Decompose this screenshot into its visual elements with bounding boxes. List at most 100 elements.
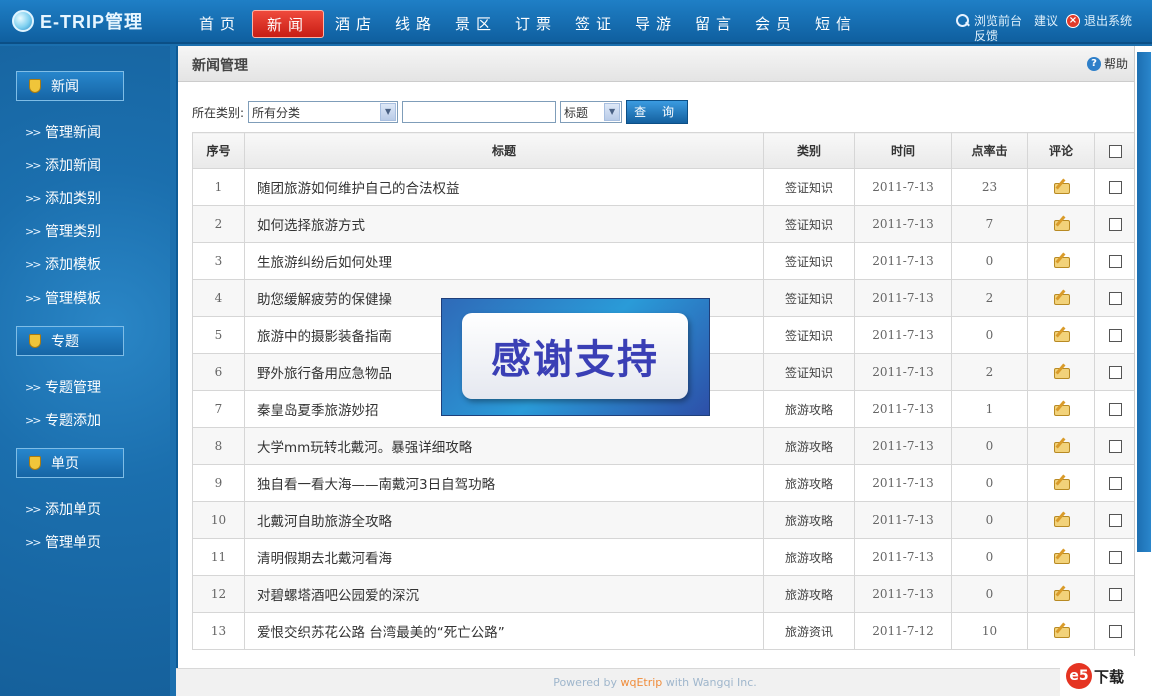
row-checkbox[interactable] (1108, 514, 1122, 527)
exit-label: 退出系统 (1083, 14, 1132, 28)
select-all-checkbox[interactable] (1108, 144, 1122, 158)
nav-guide[interactable]: 导游 (626, 10, 686, 38)
edit-comment-icon[interactable] (1053, 364, 1070, 379)
row-checkbox[interactable] (1108, 255, 1122, 268)
row-checkbox[interactable] (1108, 329, 1122, 342)
double-chevron-icon: >> (25, 158, 41, 172)
chevron-down-icon: ▼ (380, 103, 397, 121)
cell-no: 8 (192, 427, 245, 465)
cell-title[interactable]: 独自看一看大海——南戴河3日自驾功略 (244, 464, 764, 502)
sidebar-item-add-template[interactable]: >> 添加模板 (25, 254, 101, 274)
sidebar-item-add-topic[interactable]: >> 专题添加 (25, 410, 101, 430)
nav-news[interactable]: 新闻 (252, 10, 324, 38)
footer-company: Wangqi (692, 676, 734, 689)
edit-comment-icon[interactable] (1053, 179, 1070, 194)
nav-member[interactable]: 会员 (746, 10, 806, 38)
main-nav: 首页 新闻 酒店 线路 景区 订票 签证 导游 留言 会员 短信 (190, 10, 866, 38)
sidebar-section-topics[interactable]: 专题 (16, 326, 124, 356)
row-checkbox[interactable] (1108, 625, 1122, 638)
cell-no: 13 (192, 612, 245, 650)
cell-category: 签证知识 (763, 205, 855, 243)
cell-category: 签证知识 (763, 279, 855, 317)
category-select-value: 所有分类 (252, 105, 301, 120)
cell-category: 旅游资讯 (763, 612, 855, 650)
cell-hits: 2 (951, 279, 1028, 317)
cell-time: 2011-7-13 (854, 575, 952, 613)
sidebar-item-add-news[interactable]: >> 添加新闻 (25, 155, 101, 175)
sidebar-item-manage-news[interactable]: >> 管理新闻 (25, 122, 101, 142)
cell-title[interactable]: 北戴河自助旅游全攻略 (244, 501, 764, 539)
shield-icon (29, 79, 41, 93)
row-checkbox[interactable] (1108, 181, 1122, 194)
row-checkbox[interactable] (1108, 403, 1122, 416)
cell-time: 2011-7-13 (854, 353, 952, 391)
cell-hits: 1 (951, 390, 1028, 428)
field-select[interactable]: 标题 ▼ (560, 101, 623, 123)
cell-select (1094, 205, 1136, 243)
select-all-cell (1094, 132, 1136, 169)
row-checkbox[interactable] (1108, 551, 1122, 564)
row-checkbox[interactable] (1108, 292, 1122, 305)
suggest-link[interactable]: 建议 (1034, 14, 1058, 28)
globe-icon (12, 10, 34, 32)
cell-select (1094, 279, 1136, 317)
sidebar-item-manage-topics[interactable]: >> 专题管理 (25, 377, 101, 397)
nav-visa[interactable]: 签证 (566, 10, 626, 38)
cell-title[interactable]: 爱恨交织苏花公路 台湾最美的“死亡公路” (244, 612, 764, 650)
cell-title[interactable]: 如何选择旅游方式 (244, 205, 764, 243)
row-checkbox[interactable] (1108, 218, 1122, 231)
scrollbar-thumb[interactable] (1137, 52, 1151, 552)
row-checkbox[interactable] (1108, 588, 1122, 601)
cell-no: 11 (192, 538, 245, 576)
edit-comment-icon[interactable] (1053, 438, 1070, 453)
suggest-label: 建议 (1033, 14, 1058, 28)
cell-title[interactable]: 清明假期去北戴河看海 (244, 538, 764, 576)
table-row: 11 清明假期去北戴河看海 旅游攻略 2011-7-13 0 (192, 538, 1136, 576)
sidebar-item-manage-pages[interactable]: >> 管理单页 (25, 532, 101, 552)
edit-comment-icon[interactable] (1053, 623, 1070, 638)
browse-frontend-link[interactable]: 浏览前台反馈 (955, 14, 1026, 44)
cell-no: 7 (192, 390, 245, 428)
search-input[interactable] (402, 101, 557, 123)
cell-title[interactable]: 随团旅游如何维护自己的合法权益 (244, 168, 764, 206)
row-checkbox[interactable] (1108, 477, 1122, 490)
footer-mid: with (662, 676, 693, 689)
exit-link[interactable]: × 退出系统 (1065, 14, 1132, 28)
cell-select (1094, 390, 1136, 428)
cell-title[interactable]: 大学mm玩转北戴河。暴强详细攻略 (244, 427, 764, 465)
nav-message[interactable]: 留言 (686, 10, 746, 38)
nav-ticket[interactable]: 订票 (506, 10, 566, 38)
sidebar-item-manage-template[interactable]: >> 管理模板 (25, 288, 101, 308)
edit-comment-icon[interactable] (1053, 401, 1070, 416)
edit-comment-icon[interactable] (1053, 549, 1070, 564)
row-checkbox[interactable] (1108, 440, 1122, 453)
edit-comment-icon[interactable] (1053, 512, 1070, 527)
cell-title[interactable]: 对碧螺塔酒吧公园爱的深沉 (244, 575, 764, 613)
help-link[interactable]: ? 帮助 (1086, 55, 1128, 72)
nav-home[interactable]: 首页 (190, 10, 250, 38)
sidebar-item-label: 专题添加 (45, 413, 101, 429)
row-checkbox[interactable] (1108, 366, 1122, 379)
sidebar-section-news[interactable]: 新闻 (16, 71, 124, 101)
sidebar-item-add-page[interactable]: >> 添加单页 (25, 499, 101, 519)
nav-scenic[interactable]: 景区 (446, 10, 506, 38)
sidebar-item-add-category[interactable]: >> 添加类别 (25, 188, 101, 208)
vertical-scrollbar[interactable] (1134, 46, 1152, 696)
edit-comment-icon[interactable] (1053, 216, 1070, 231)
edit-comment-icon[interactable] (1053, 253, 1070, 268)
double-chevron-icon: >> (25, 380, 41, 394)
category-select[interactable]: 所有分类 ▼ (248, 101, 399, 123)
nav-route[interactable]: 线路 (386, 10, 446, 38)
sidebar-section-pages[interactable]: 单页 (16, 448, 124, 478)
edit-comment-icon[interactable] (1053, 327, 1070, 342)
nav-hotel[interactable]: 酒店 (326, 10, 386, 38)
sidebar-item-label: 管理模板 (45, 291, 101, 307)
sidebar-item-manage-category[interactable]: >> 管理类别 (25, 221, 101, 241)
table-row: 2 如何选择旅游方式 签证知识 2011-7-13 7 (192, 205, 1136, 243)
edit-comment-icon[interactable] (1053, 586, 1070, 601)
query-button[interactable]: 查 询 (626, 100, 689, 124)
cell-title[interactable]: 生旅游纠纷后如何处理 (244, 242, 764, 280)
nav-sms[interactable]: 短信 (806, 10, 866, 38)
edit-comment-icon[interactable] (1053, 290, 1070, 305)
edit-comment-icon[interactable] (1053, 475, 1070, 490)
